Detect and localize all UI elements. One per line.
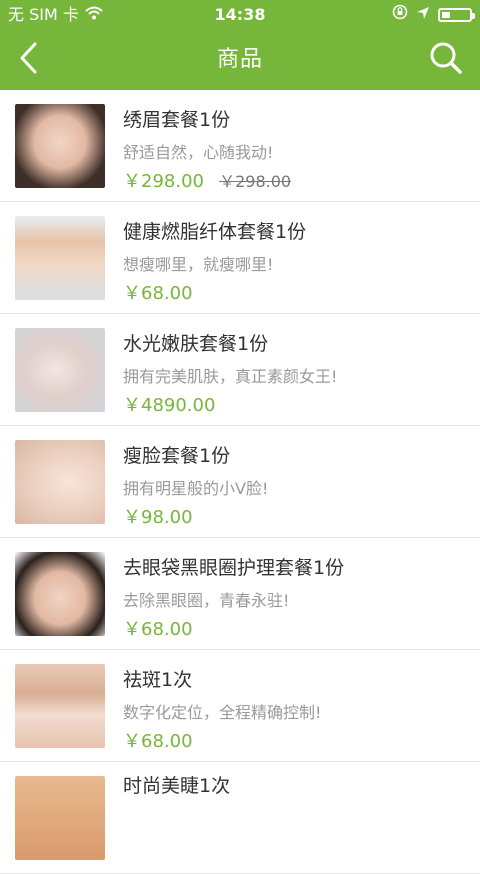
search-button[interactable] [426, 40, 466, 80]
product-prices: ￥4890.00 [123, 394, 337, 418]
product-thumbnail [15, 776, 105, 860]
product-thumbnail [15, 328, 105, 412]
product-item[interactable]: 祛斑1次 数字化定位，全程精确控制! ￥68.00 [0, 650, 480, 762]
battery-icon [438, 8, 475, 22]
product-list: 绣眉套餐1份 舒适自然，心随我动! ￥298.00 ￥298.00 健康燃脂纤体… [0, 90, 480, 874]
product-item[interactable]: 瘦脸套餐1份 拥有明星般的小V脸! ￥98.00 [0, 426, 480, 538]
product-item[interactable]: 健康燃脂纤体套餐1份 想瘦哪里，就瘦哪里! ￥68.00 [0, 202, 480, 314]
product-subtitle: 去除黑眼圈，青春永驻! [123, 591, 290, 610]
product-thumbnail [15, 664, 105, 748]
product-title: 时尚美睫1次 [123, 775, 231, 797]
page-title: 商品 [216, 47, 263, 72]
product-subtitle: 舒适自然，心随我动! [123, 143, 274, 162]
product-subtitle: 数字化定位，全程精确控制! [123, 703, 322, 722]
product-info: 健康燃脂纤体套餐1份 想瘦哪里，就瘦哪里! ￥68.00 [123, 202, 306, 306]
product-title: 去眼袋黑眼圈护理套餐1份 [123, 557, 345, 579]
status-bar: 无 SIM 卡 14:38 [0, 0, 480, 30]
nav-bar: 商品 [0, 30, 480, 90]
product-prices: ￥68.00 [123, 282, 306, 306]
product-prices: ￥68.00 [123, 618, 344, 642]
product-info: 绣眉套餐1份 舒适自然，心随我动! ￥298.00 ￥298.00 [123, 90, 291, 194]
original-price: ￥298.00 [219, 172, 292, 191]
product-price: ￥68.00 [123, 731, 193, 752]
product-item[interactable]: 时尚美睫1次 [0, 762, 480, 874]
product-prices: ￥98.00 [123, 506, 268, 530]
product-thumbnail [15, 216, 105, 300]
product-title: 祛斑1次 [123, 669, 193, 691]
rotation-lock-icon [392, 0, 408, 30]
product-item[interactable]: 绣眉套餐1份 舒适自然，心随我动! ￥298.00 ￥298.00 [0, 90, 480, 202]
product-info: 去眼袋黑眼圈护理套餐1份 去除黑眼圈，青春永驻! ￥68.00 [123, 538, 344, 642]
search-icon [429, 41, 463, 79]
product-thumbnail [15, 104, 105, 188]
product-price: ￥4890.00 [123, 395, 216, 416]
product-subtitle: 拥有明星般的小V脸! [123, 479, 269, 498]
product-subtitle: 拥有完美肌肤，真正素颜女王! [123, 367, 338, 386]
product-title: 瘦脸套餐1份 [123, 445, 231, 467]
product-info: 祛斑1次 数字化定位，全程精确控制! ￥68.00 [123, 650, 321, 754]
app-header: 无 SIM 卡 14:38 商品 [0, 0, 480, 90]
product-title: 水光嫩肤套餐1份 [123, 333, 269, 355]
product-item[interactable]: 水光嫩肤套餐1份 拥有完美肌肤，真正素颜女王! ￥4890.00 [0, 314, 480, 426]
product-thumbnail [15, 440, 105, 524]
product-info: 时尚美睫1次 [123, 762, 230, 800]
product-thumbnail [15, 552, 105, 636]
product-info: 水光嫩肤套餐1份 拥有完美肌肤，真正素颜女王! ￥4890.00 [123, 314, 337, 418]
location-icon [416, 0, 430, 30]
product-price: ￥68.00 [123, 619, 193, 640]
product-price: ￥68.00 [123, 283, 193, 304]
status-right [392, 0, 475, 30]
product-price: ￥298.00 [123, 171, 204, 192]
product-price: ￥98.00 [123, 507, 193, 528]
product-title: 绣眉套餐1份 [123, 109, 231, 131]
product-item[interactable]: 去眼袋黑眼圈护理套餐1份 去除黑眼圈，青春永驻! ￥68.00 [0, 538, 480, 650]
product-info: 瘦脸套餐1份 拥有明星般的小V脸! ￥98.00 [123, 426, 268, 530]
product-title: 健康燃脂纤体套餐1份 [123, 221, 307, 243]
product-subtitle: 想瘦哪里，就瘦哪里! [123, 255, 274, 274]
product-prices: ￥298.00 ￥298.00 [123, 170, 291, 194]
product-prices: ￥68.00 [123, 730, 321, 754]
